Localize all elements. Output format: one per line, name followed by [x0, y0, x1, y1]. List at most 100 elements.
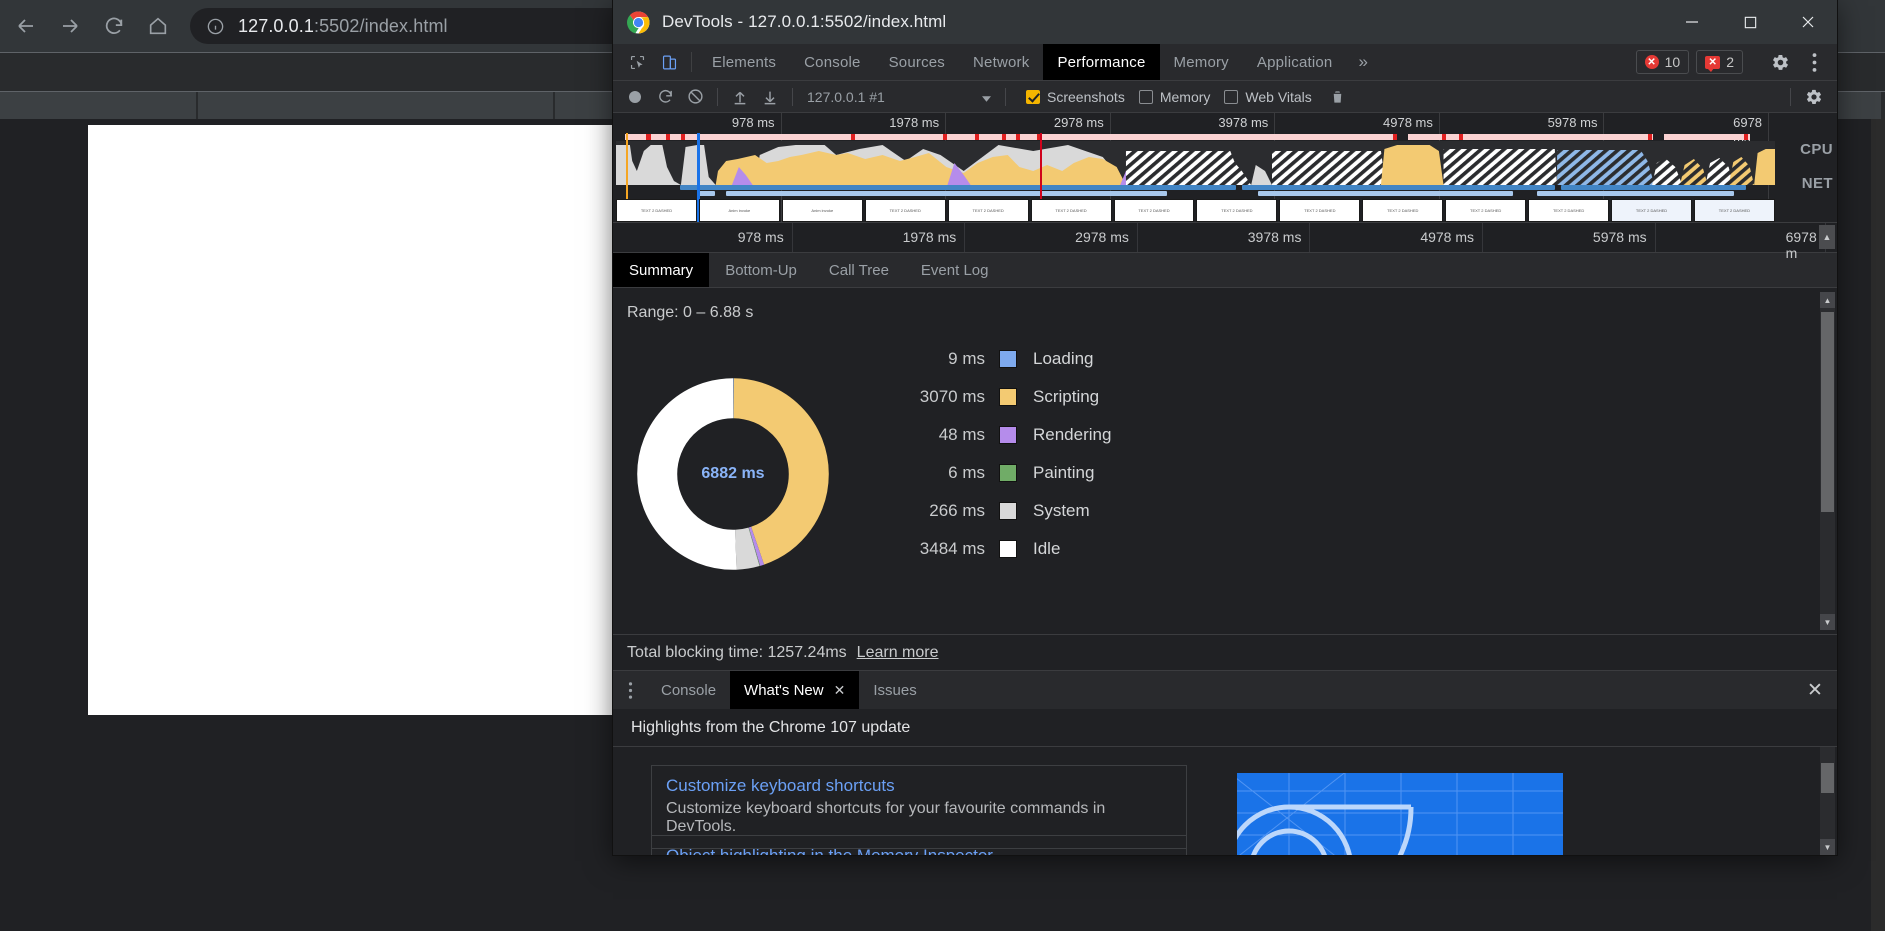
- scrollbar-thumb[interactable]: [1821, 312, 1834, 512]
- film-frame-selected[interactable]: TEXT 2 DASHED: [1611, 199, 1692, 222]
- film-frame[interactable]: TEXT 2 DASHED: [1693, 199, 1775, 222]
- tab-sources[interactable]: Sources: [875, 44, 959, 80]
- devtools-window-title: DevTools - 127.0.0.1:5502/index.html: [662, 12, 947, 31]
- minimize-button[interactable]: [1663, 0, 1721, 44]
- more-vertical-icon[interactable]: [613, 671, 647, 709]
- legend-value: 266 ms: [929, 501, 985, 520]
- film-frame[interactable]: TEXT 2 DASHED: [1362, 199, 1444, 222]
- film-frame[interactable]: TEXT 2 DASHED: [1196, 199, 1278, 222]
- film-frame[interactable]: TEXT 2 DASHED: [1113, 199, 1195, 222]
- maximize-button[interactable]: [1721, 0, 1779, 44]
- reload-icon[interactable]: [92, 4, 136, 48]
- chevron-up-icon[interactable]: ▲: [1820, 292, 1835, 308]
- forward-arrow-icon[interactable]: [48, 4, 92, 48]
- error-count-badge[interactable]: ✕ 10: [1635, 50, 1690, 74]
- net-label: NET: [1801, 175, 1833, 192]
- record-circle-icon[interactable]: [621, 84, 649, 110]
- tab-event-log[interactable]: Event Log: [905, 253, 1005, 287]
- performance-controls: 127.0.0.1 #1 Screenshots Memory Web Vita…: [613, 81, 1837, 113]
- memory-checkbox[interactable]: Memory: [1138, 89, 1210, 105]
- legend-label: System: [1033, 501, 1090, 520]
- film-frame[interactable]: TEXT 2 DASHED: [1030, 199, 1112, 222]
- timeline-ruler[interactable]: 978 ms 1978 ms 2978 ms 3978 ms 4978 ms 5…: [613, 223, 1837, 261]
- web-vitals-checkbox[interactable]: Web Vitals: [1224, 89, 1312, 105]
- film-frame[interactable]: Anim invoke: [781, 199, 863, 222]
- page-scrollbar[interactable]: [1871, 119, 1885, 931]
- summary-scrollbar[interactable]: ▲ ▼: [1820, 292, 1835, 630]
- whats-new-card-title[interactable]: Customize keyboard shortcuts: [666, 776, 1172, 796]
- legend-value: 48 ms: [938, 425, 985, 444]
- film-frame[interactable]: TEXT 2 DASHED: [1445, 199, 1527, 222]
- film-frame[interactable]: TEXT 2 DASHED: [616, 199, 697, 222]
- close-button[interactable]: [1779, 0, 1837, 44]
- legend-label: Painting: [1033, 463, 1095, 482]
- legend-swatch-scripting: [999, 388, 1017, 406]
- reload-record-icon[interactable]: [651, 84, 679, 110]
- chevron-down-icon[interactable]: ▼: [1820, 839, 1835, 855]
- film-frame[interactable]: Anim invoke: [698, 199, 780, 222]
- download-arrow-icon[interactable]: [756, 84, 784, 110]
- legend-row-painting[interactable]: 6 ms Painting: [903, 454, 1111, 492]
- legend-label: Scripting: [1033, 387, 1100, 406]
- ruler-tick: 3978 ms: [1247, 229, 1302, 245]
- profile-select[interactable]: 127.0.0.1 #1: [807, 86, 997, 108]
- legend-row-scripting[interactable]: 3070 ms Scripting: [903, 378, 1111, 416]
- screenshots-checkbox[interactable]: Screenshots: [1026, 89, 1125, 105]
- tab-elements[interactable]: Elements: [698, 44, 790, 80]
- tab-console[interactable]: Console: [790, 44, 874, 80]
- controls-divider-4: [1790, 87, 1791, 106]
- timeline-overview[interactable]: 978 ms 1978 ms 2978 ms 3978 ms 4978 ms 5…: [613, 113, 1837, 223]
- capture-settings-gear-icon[interactable]: [1797, 80, 1831, 114]
- learn-more-link[interactable]: Learn more: [857, 644, 939, 662]
- more-vertical-icon[interactable]: [1797, 45, 1831, 79]
- film-frame[interactable]: TEXT 2 DASHED: [1279, 199, 1361, 222]
- film-frame[interactable]: TEXT 2 DASHED: [864, 199, 946, 222]
- address-path: :5502/index.html: [313, 15, 448, 36]
- whats-new-card-title[interactable]: Object highlighting in the Memory Inspec…: [666, 846, 1172, 855]
- checkbox-box-memory: [1138, 89, 1153, 104]
- device-toolbar-icon[interactable]: [653, 44, 685, 80]
- trash-icon[interactable]: [1324, 84, 1352, 110]
- tab-network[interactable]: Network: [959, 44, 1043, 80]
- summary-legend: 9 ms Loading 3070 ms Scripting 48 ms Ren…: [903, 340, 1111, 568]
- chevron-down-icon[interactable]: ▼: [1820, 614, 1835, 630]
- whats-new-card-desc: Customize keyboard shortcuts for your fa…: [666, 800, 1106, 835]
- close-tab-icon[interactable]: ✕: [834, 682, 846, 699]
- drawer-tab-console[interactable]: Console: [647, 671, 730, 709]
- drawer-tab-label: Console: [661, 681, 717, 699]
- tab-memory[interactable]: Memory: [1160, 44, 1243, 80]
- drawer-tab-issues[interactable]: Issues: [859, 671, 930, 709]
- film-frame[interactable]: TEXT 2 DASHED: [947, 199, 1029, 222]
- drawer-tab-whats-new[interactable]: What's New ✕: [730, 671, 860, 709]
- tab-bottom-up[interactable]: Bottom-Up: [709, 253, 813, 287]
- clear-prohibited-icon[interactable]: [681, 84, 709, 110]
- tab-performance[interactable]: Performance: [1043, 44, 1160, 80]
- whats-new-card[interactable]: Object highlighting in the Memory Inspec…: [651, 835, 1187, 855]
- home-icon[interactable]: [136, 4, 180, 48]
- scrollbar-thumb[interactable]: [1821, 763, 1834, 793]
- legend-row-idle[interactable]: 3484 ms Idle: [903, 530, 1111, 568]
- tab-call-tree[interactable]: Call Tree: [813, 253, 905, 287]
- overview-tick: 5978 ms: [1547, 115, 1598, 130]
- timeline-scroll-up-button[interactable]: ▲: [1819, 225, 1835, 249]
- film-strip[interactable]: TEXT 2 DASHED Anim invoke Anim invoke TE…: [616, 199, 1775, 222]
- tab-application[interactable]: Application: [1243, 44, 1347, 80]
- whats-new-scrollbar[interactable]: ▼: [1820, 747, 1835, 855]
- gear-icon[interactable]: [1763, 45, 1797, 79]
- inspect-element-icon[interactable]: [621, 44, 653, 80]
- legend-row-system[interactable]: 266 ms System: [903, 492, 1111, 530]
- upload-arrow-icon[interactable]: [726, 84, 754, 110]
- back-arrow-icon[interactable]: [4, 4, 48, 48]
- close-drawer-button[interactable]: ✕: [1793, 671, 1837, 709]
- legend-row-rendering[interactable]: 48 ms Rendering: [903, 416, 1111, 454]
- drawer-tab-bar: Console What's New ✕ Issues ✕: [613, 671, 1837, 709]
- warning-count-badge[interactable]: ✕ 2: [1696, 50, 1743, 74]
- tab-summary[interactable]: Summary: [613, 253, 710, 287]
- film-frame[interactable]: TEXT 2 DASHED: [1528, 199, 1610, 222]
- legend-row-loading[interactable]: 9 ms Loading: [903, 340, 1111, 378]
- overview-network-chart: [616, 185, 1775, 199]
- cpu-label: CPU: [1800, 141, 1833, 158]
- error-count: 10: [1664, 54, 1681, 70]
- overview-pane[interactable]: 978 ms 1978 ms 2978 ms 3978 ms 4978 ms 5…: [616, 113, 1775, 222]
- more-tabs-icon[interactable]: »: [1346, 44, 1379, 80]
